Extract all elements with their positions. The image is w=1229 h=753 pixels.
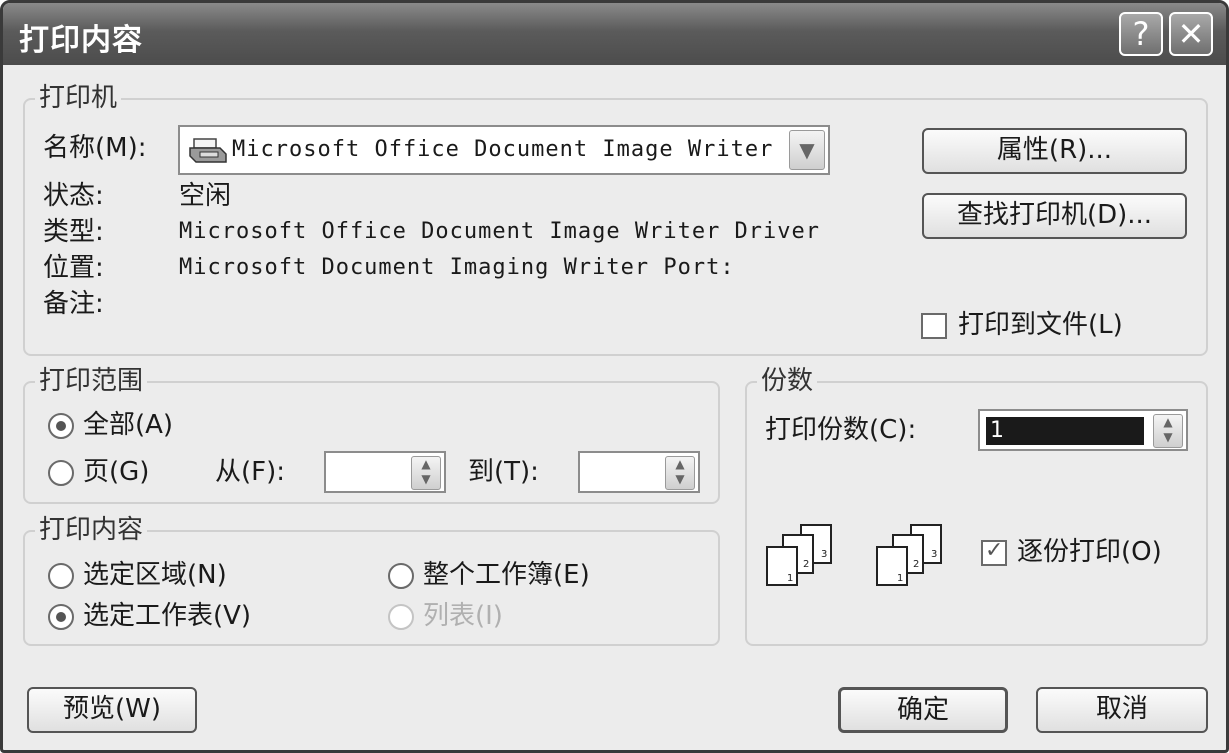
find-printer-button[interactable]: 查找打印机(D)... — [922, 193, 1187, 239]
copies-count-label: 打印份数(C): — [765, 415, 917, 445]
range-pages-label: 页(G) — [83, 457, 150, 487]
svg-text:2: 2 — [913, 559, 919, 570]
range-to-spinner-icon[interactable]: ▲ ▼ — [665, 456, 695, 490]
print-content-legend: 打印内容 — [35, 515, 148, 545]
print-dialog: 打印内容 ? ✕ 打印机 名称(M): Microsoft Office Doc… — [0, 0, 1229, 753]
printer-icon — [189, 138, 227, 163]
collate-label: 逐份打印(O) — [1017, 537, 1162, 567]
location-value: Microsoft Document Imaging Writer Port: — [179, 255, 735, 280]
close-button[interactable]: ✕ — [1169, 12, 1213, 56]
chevron-down-icon[interactable]: ▼ — [789, 130, 825, 170]
cancel-button[interactable]: 取消 — [1036, 687, 1208, 733]
content-workbook-radio[interactable] — [388, 563, 414, 589]
location-label: 位置: — [43, 253, 104, 283]
preview-button[interactable]: 预览(W) — [27, 687, 197, 733]
copies-spinner-icon[interactable]: ▲ ▼ — [1153, 414, 1183, 448]
printer-name-select[interactable]: Microsoft Office Document Image Writer ▼ — [178, 125, 830, 175]
printer-group-legend: 打印机 — [35, 83, 122, 113]
content-workbook-label: 整个工作簿(E) — [423, 560, 590, 590]
content-selection-radio[interactable] — [48, 563, 74, 589]
printer-name-label: 名称(M): — [43, 133, 147, 163]
dialog-title: 打印内容 — [19, 23, 143, 58]
type-label: 类型: — [43, 217, 104, 247]
range-from-spinner-icon[interactable]: ▲ ▼ — [411, 456, 441, 490]
range-from-input[interactable]: ▲ ▼ — [324, 451, 446, 493]
print-to-file-label: 打印到文件(L) — [958, 310, 1123, 340]
copies-count-value[interactable]: 1 — [986, 417, 1144, 445]
status-label: 状态: — [43, 181, 104, 211]
svg-text:2: 2 — [803, 559, 809, 570]
range-all-radio[interactable] — [48, 413, 74, 439]
print-range-legend: 打印范围 — [35, 366, 148, 396]
copies-legend: 份数 — [757, 366, 818, 396]
comment-label: 备注: — [43, 289, 104, 319]
ok-button[interactable]: 确定 — [838, 687, 1008, 733]
svg-text:3: 3 — [931, 549, 937, 560]
svg-text:1: 1 — [897, 573, 903, 584]
printer-name-value: Microsoft Office Document Image Writer — [232, 137, 774, 162]
content-list-label: 列表(I) — [423, 601, 503, 631]
svg-text:3: 3 — [821, 549, 827, 560]
status-value: 空闲 — [179, 181, 232, 211]
copies-count-input[interactable]: 1 ▲ ▼ — [978, 409, 1188, 451]
content-active-sheets-radio[interactable] — [48, 604, 74, 630]
range-all-label: 全部(A) — [83, 410, 174, 440]
range-from-label: 从(F): — [215, 457, 286, 487]
collate-checkbox[interactable] — [981, 538, 1007, 566]
properties-button[interactable]: 属性(R)... — [922, 128, 1187, 174]
collate-pages-icon: 3 2 1 — [766, 524, 832, 586]
range-pages-radio[interactable] — [48, 460, 74, 486]
help-button[interactable]: ? — [1119, 12, 1163, 56]
title-bar: 打印内容 ? ✕ — [3, 3, 1226, 65]
range-to-label: 到(T): — [468, 457, 539, 487]
type-value: Microsoft Office Document Image Writer D… — [179, 219, 821, 244]
content-active-sheets-label: 选定工作表(V) — [83, 601, 252, 631]
range-to-input[interactable]: ▲ ▼ — [578, 451, 700, 493]
collate-pages-icon-2: 3 2 1 — [876, 524, 942, 586]
content-selection-label: 选定区域(N) — [83, 560, 227, 590]
print-to-file-checkbox[interactable] — [921, 313, 947, 339]
content-list-radio — [388, 604, 414, 630]
svg-text:1: 1 — [787, 573, 793, 584]
